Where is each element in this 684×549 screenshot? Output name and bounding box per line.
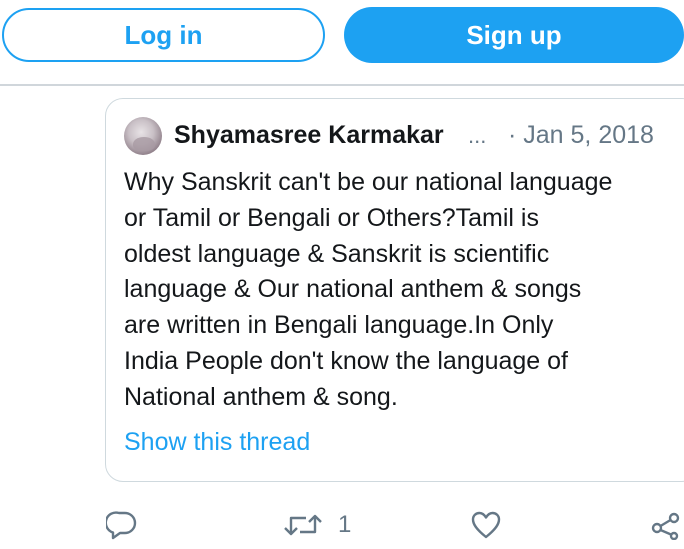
tweet-date[interactable]: · Jan 5, 2018	[508, 121, 654, 150]
name-ellipsis: ...	[468, 123, 487, 148]
header-divider	[0, 84, 684, 86]
show-thread-link[interactable]: Show this thread	[124, 428, 310, 457]
quoted-tweet-card[interactable]: Shyamasree Karmakar ... · Jan 5, 2018 Wh…	[105, 98, 684, 482]
retweet-icon	[282, 510, 324, 540]
tweet-embed-page: Log in Sign up Shyamasree Karmakar ... ·…	[0, 0, 684, 549]
like-button[interactable]	[470, 510, 502, 540]
tweet-text: Why Sanskrit can't be our national langu…	[124, 168, 613, 411]
login-button[interactable]: Log in	[2, 8, 325, 62]
share-button[interactable]	[650, 510, 682, 540]
share-icon	[650, 510, 682, 540]
heart-icon	[470, 510, 502, 540]
reply-button[interactable]	[106, 510, 138, 540]
signup-button[interactable]: Sign up	[344, 7, 684, 63]
retweet-count: 1	[338, 511, 352, 538]
avatar[interactable]	[124, 117, 162, 155]
reply-icon	[106, 510, 138, 540]
author-name[interactable]: Shyamasree Karmakar	[174, 121, 444, 150]
retweet-button[interactable]: 1	[282, 510, 351, 540]
